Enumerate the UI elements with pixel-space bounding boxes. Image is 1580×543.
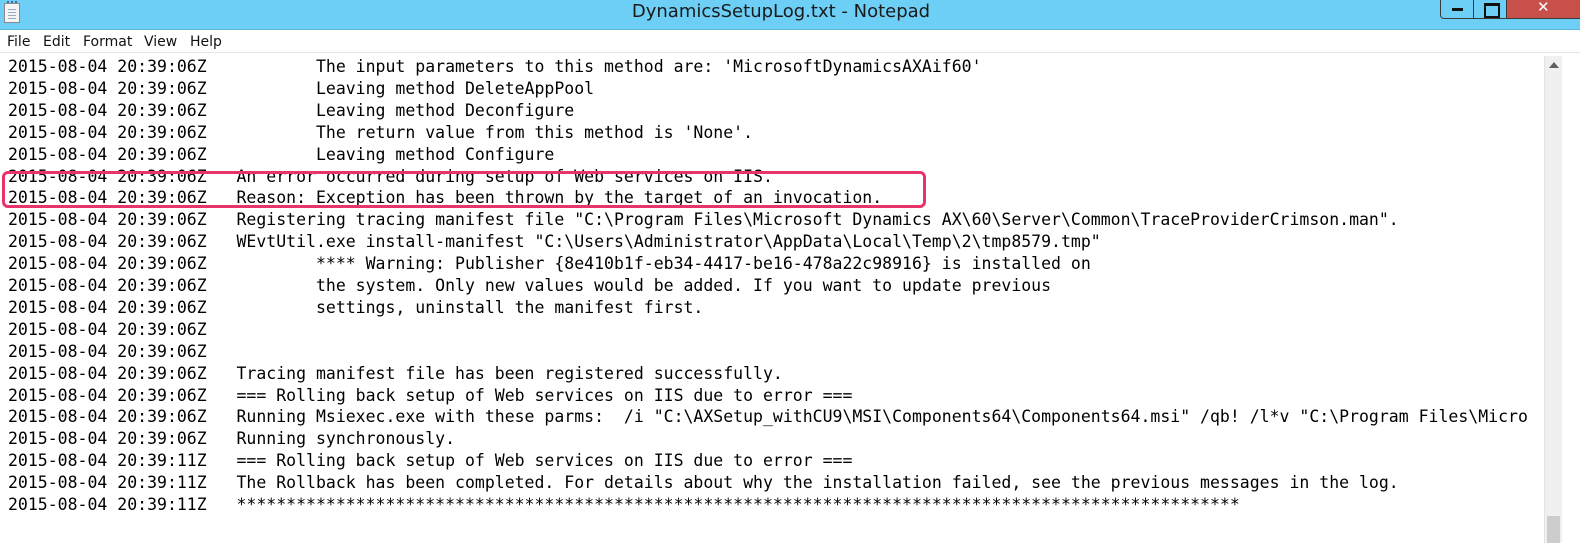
log-line: 2015-08-04 20:39:06Z The return value fr…	[8, 122, 754, 142]
log-line: 2015-08-04 20:39:06Z Tracing manifest fi…	[8, 363, 783, 383]
log-line: 2015-08-04 20:39:06Z Leaving method Conf…	[8, 144, 555, 164]
close-button[interactable]	[1506, 0, 1580, 19]
menu-view[interactable]: View	[144, 33, 177, 51]
maximize-button[interactable]	[1473, 0, 1507, 19]
log-line: 2015-08-04 20:39:06Z settings, uninstall…	[8, 297, 704, 317]
menu-help[interactable]: Help	[190, 33, 222, 51]
log-line: 2015-08-04 20:39:06Z === Rolling back se…	[8, 385, 853, 405]
minimize-button[interactable]	[1440, 0, 1474, 19]
log-line: 2015-08-04 20:39:06Z Running Msiexec.exe…	[8, 407, 1528, 427]
log-line: 2015-08-04 20:39:06Z	[8, 319, 207, 339]
log-line: 2015-08-04 20:39:06Z Leaving method Deco…	[8, 100, 575, 120]
menu-edit[interactable]: Edit	[43, 33, 70, 51]
log-line: 2015-08-04 20:39:06Z WEvtUtil.exe instal…	[8, 232, 1101, 252]
title-bar[interactable]: DynamicsSetupLog.txt - Notepad	[0, 0, 1580, 30]
scroll-up-arrow-icon[interactable]	[1545, 56, 1562, 74]
error-highlight-box	[2, 171, 926, 208]
menu-file[interactable]: File	[7, 33, 30, 51]
log-line: 2015-08-04 20:39:06Z **** Warning: Publi…	[8, 254, 1091, 274]
log-line: 2015-08-04 20:39:06Z The input parameter…	[8, 57, 982, 76]
log-line: 2015-08-04 20:39:06Z the system. Only ne…	[8, 276, 1052, 295]
menu-bar: File Edit Format View Help	[0, 31, 1580, 53]
log-line: 2015-08-04 20:39:11Z === Rolling back se…	[8, 451, 853, 471]
vertical-scrollbar[interactable]	[1544, 56, 1562, 543]
log-line: 2015-08-04 20:39:06Z Registering tracing…	[8, 210, 1399, 230]
log-line: 2015-08-04 20:39:11Z The Rollback has be…	[8, 473, 1399, 493]
menu-format[interactable]: Format	[83, 33, 132, 51]
window-title: DynamicsSetupLog.txt - Notepad	[631, 1, 931, 22]
log-line: 2015-08-04 20:39:06Z Leaving method Dele…	[8, 78, 595, 98]
log-line: 2015-08-04 20:39:06Z	[8, 341, 207, 361]
scroll-thumb[interactable]	[1547, 516, 1560, 543]
log-line: 2015-08-04 20:39:06Z Running synchronous…	[8, 429, 456, 449]
log-line: 2015-08-04 20:39:11Z *******************…	[8, 495, 1240, 514]
text-editor[interactable]: 2015-08-04 20:39:06Z The input parameter…	[0, 56, 1544, 543]
